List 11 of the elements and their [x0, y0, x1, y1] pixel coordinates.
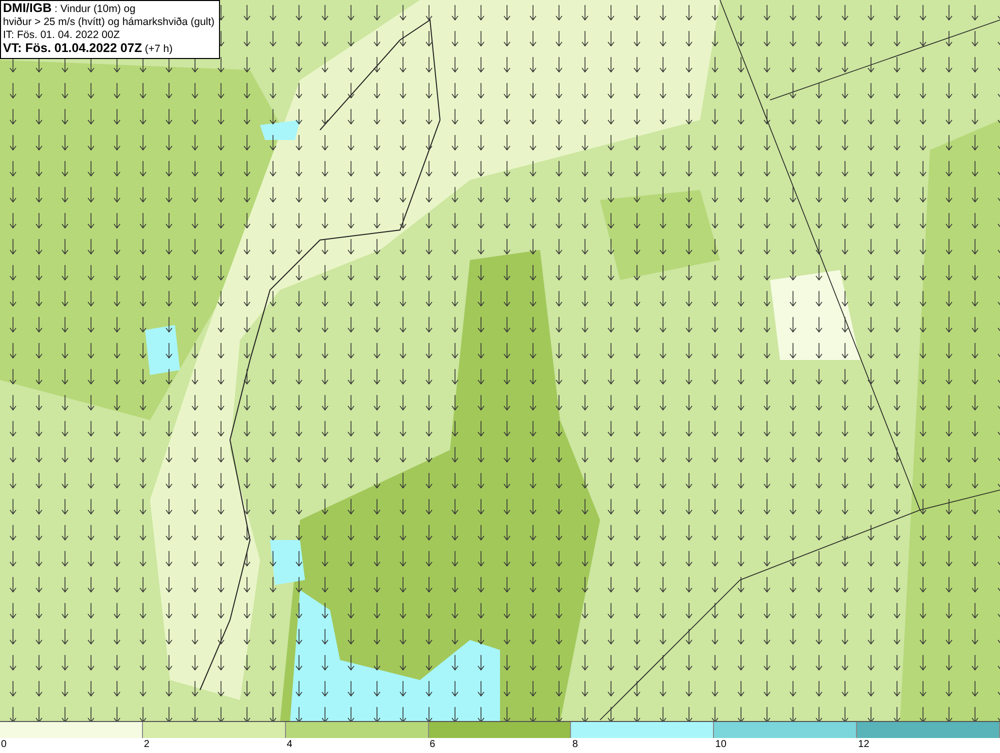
map-title-line: VT: Fös. 01.04.2022 07Z (+7 h) — [3, 42, 174, 56]
legend-label: 4 — [286, 738, 292, 752]
map-title-line: DMI/IGB : Vindur (10m) og — [3, 2, 136, 16]
legend-label: 10 — [715, 738, 726, 752]
legend-label: 12 — [858, 738, 870, 752]
legend-label: 6 — [430, 738, 436, 752]
map-title-line: hviður > 25 m/s (hvítt) og hámarkshviða (gult) — [3, 16, 215, 29]
map-title-line: IT: Fös. 01. 04. 2022 00Z — [3, 29, 121, 42]
legend-label: 2 — [144, 738, 150, 752]
legend-label: 0 — [1, 738, 7, 752]
legend-label: 8 — [572, 738, 578, 752]
